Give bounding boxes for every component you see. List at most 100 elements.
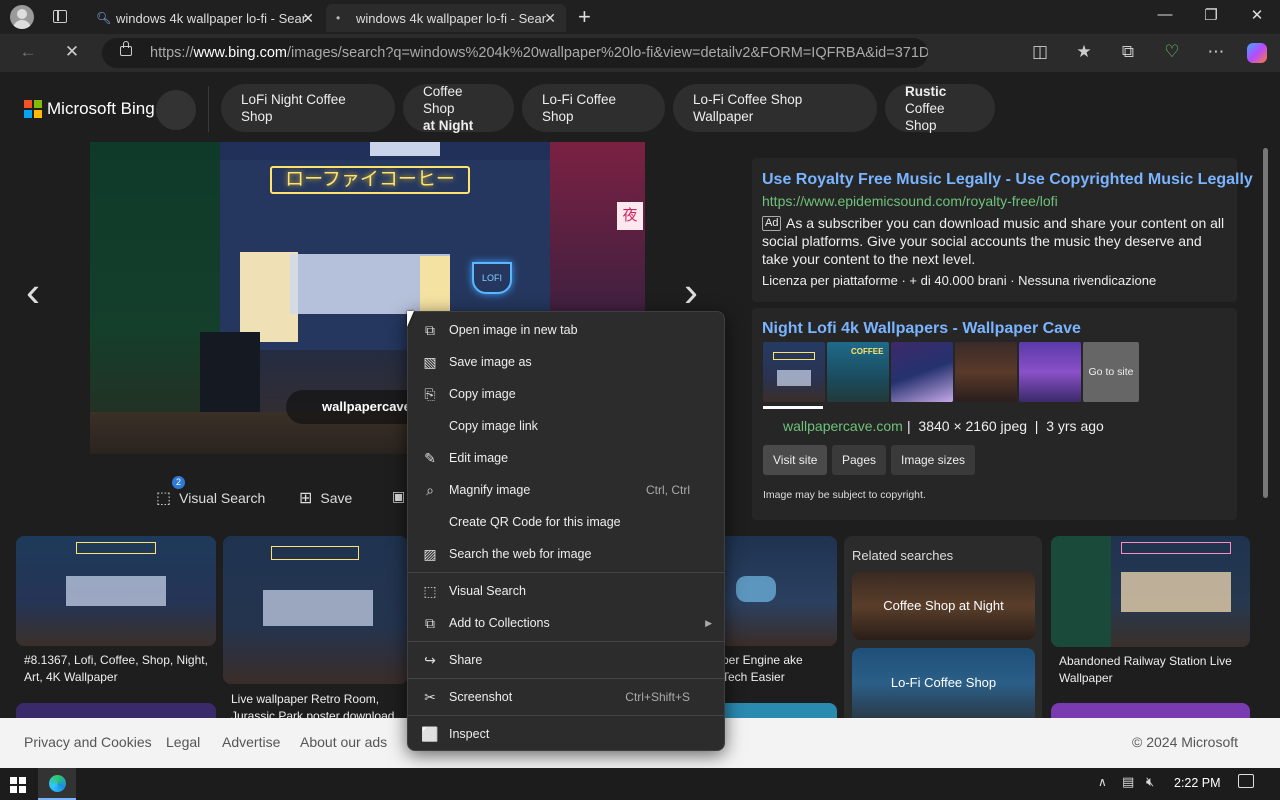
result-thumb-5[interactable]	[1019, 342, 1081, 402]
grid-caption-3[interactable]: per Engine ake Tech Easier	[722, 652, 822, 686]
tray-chevron-icon[interactable]: ∧	[1098, 775, 1107, 789]
grid-image-3[interactable]	[716, 536, 837, 646]
split-screen-icon[interactable]: ◫	[1028, 42, 1052, 62]
clock[interactable]: 2:22 PM	[1174, 776, 1221, 790]
next-image-icon[interactable]: ›	[684, 268, 698, 316]
bing-logo-text[interactable]: Microsoft Bing	[47, 99, 155, 119]
grid-image-bottom-5[interactable]	[1051, 703, 1250, 718]
result-thumb-1[interactable]	[763, 342, 825, 402]
footer-about-ads-link[interactable]: About our ads	[300, 734, 387, 750]
new-tab-icon: ⧉	[425, 322, 435, 338]
search-icon: 🔍︎	[96, 11, 112, 25]
tab-actions-icon[interactable]	[53, 10, 67, 23]
selected-thumb-indicator	[763, 406, 823, 409]
result-thumb-2[interactable]: COFFEE	[827, 342, 889, 402]
microsoft-logo-icon[interactable]	[24, 100, 42, 118]
grid-caption-5[interactable]: Abandoned Railway Station Live Wallpaper	[1059, 653, 1249, 687]
grid-image-1[interactable]	[16, 536, 216, 646]
menu-separator	[408, 641, 724, 642]
neon-cup-icon: LOFI	[472, 262, 512, 294]
ad-url[interactable]: https://www.epidemicsound.com/royalty-fr…	[762, 193, 1058, 209]
tab-2[interactable]: • windows 4k wallpaper lo-fi - Sear ✕	[326, 4, 566, 32]
menu-visual-search[interactable]: ⬚ Visual Search	[408, 576, 724, 606]
menu-label: Search the web for image	[449, 547, 592, 561]
menu-copy-image[interactable]: ⎘ Copy image	[408, 379, 724, 409]
previous-image-icon[interactable]: ‹	[26, 268, 40, 316]
ad-footer[interactable]: Licenza per piattaforme · + di 40.000 br…	[762, 273, 1156, 288]
footer-privacy-link[interactable]: Privacy and Cookies	[24, 734, 152, 750]
related-searches-title: Related searches	[852, 548, 954, 563]
chip-lofi-coffee-shop[interactable]: Lo-Fi Coffee Shop	[522, 84, 665, 132]
minimize-icon[interactable]: —	[1150, 6, 1180, 23]
save-button[interactable]: ⊞ Save	[299, 488, 352, 508]
visit-site-button[interactable]: Visit site	[763, 445, 828, 475]
menu-share[interactable]: ↪ Share	[408, 645, 724, 675]
grid-image-bottom-1[interactable]	[16, 703, 216, 718]
chip-lofi-night-coffee-shop[interactable]: LoFi Night Coffee Shop	[221, 84, 395, 132]
menu-separator	[408, 715, 724, 716]
menu-search-web-for-image[interactable]: ▨ Search the web for image	[408, 539, 724, 569]
favorites-icon[interactable]: ★	[1072, 42, 1096, 62]
result-thumb-4[interactable]	[955, 342, 1017, 402]
notifications-icon[interactable]	[1238, 774, 1254, 788]
menu-add-to-collections[interactable]: ⧉ Add to Collections ▶	[408, 608, 724, 638]
menu-inspect[interactable]: ⬜ Inspect	[408, 719, 724, 749]
go-to-site-button[interactable]: Go to site	[1083, 342, 1139, 402]
menu-create-qr-code[interactable]: Create QR Code for this image	[408, 507, 724, 537]
tab-1[interactable]: 🔍︎ windows 4k wallpaper lo-fi - Sear ✕	[86, 4, 324, 32]
network-icon[interactable]: ▤	[1122, 774, 1134, 790]
grid-caption-1[interactable]: #8.1367, Lofi, Coffee, Shop, Night, Art,…	[24, 652, 212, 686]
chip-coffee-shop-at-night[interactable]: Coffee Shop at Night	[403, 84, 514, 133]
taskbar-edge-button[interactable]	[38, 768, 76, 800]
url-field[interactable]: https://www.bing.com/images/search?q=win…	[102, 38, 928, 68]
menu-label: Magnify image	[449, 483, 531, 497]
pages-button[interactable]: Pages	[832, 445, 887, 475]
more-actions-icon[interactable]: ▣	[392, 488, 405, 505]
window-close-icon[interactable]: ✕	[1242, 6, 1272, 24]
back-icon[interactable]: ←	[16, 42, 40, 62]
close-icon[interactable]: ✕	[544, 10, 556, 27]
start-windows-icon[interactable]	[10, 777, 26, 793]
stop-icon[interactable]: ✕	[60, 42, 84, 62]
ad-title[interactable]: Use Royalty Free Music Legally - Use Cop…	[762, 171, 1253, 189]
footer-legal-link[interactable]: Legal	[166, 734, 200, 750]
scrollbar[interactable]	[1263, 148, 1268, 498]
browser-essentials-icon[interactable]: ♡	[1160, 42, 1184, 62]
restore-icon[interactable]: ❐	[1196, 6, 1226, 24]
menu-open-image-new-tab[interactable]: ⧉ Open image in new tab	[408, 315, 724, 345]
visual-search-button[interactable]: 2 ⬚ Visual Search	[156, 476, 265, 508]
grid-image-bottom-3[interactable]	[716, 703, 837, 718]
result-domain[interactable]: wallpapercave.com	[783, 418, 903, 434]
search-circle-button[interactable]	[156, 90, 196, 130]
chip-rustic-coffee-shop[interactable]: Rustic Coffee Shop	[885, 84, 995, 133]
collections-icon[interactable]: ⧉	[1116, 42, 1140, 62]
menu-save-image-as[interactable]: ▧ Save image as	[408, 347, 724, 377]
chip-lofi-coffee-shop-wallpaper[interactable]: Lo-Fi Coffee Shop Wallpaper	[673, 84, 877, 132]
profile-avatar[interactable]	[10, 5, 34, 29]
menu-edit-image[interactable]: ✎ Edit image	[408, 443, 724, 473]
taskbar: ∧ ▤ 🔇︎ 2:22 PM	[0, 768, 1280, 800]
related-lofi-coffee-shop[interactable]: Lo-Fi Coffee Shop	[852, 648, 1035, 718]
menu-magnify-image[interactable]: ⌕ Magnify image Ctrl, Ctrl	[408, 475, 724, 505]
close-icon[interactable]: ✕	[302, 10, 314, 27]
menu-copy-image-link[interactable]: Copy image link	[408, 411, 724, 441]
related-coffee-shop-at-night[interactable]: Coffee Shop at Night	[852, 572, 1035, 640]
context-menu: ⧉ Open image in new tab ▧ Save image as ⎘ C…	[407, 311, 725, 751]
edge-icon	[49, 775, 66, 792]
new-tab-icon[interactable]: +	[578, 4, 591, 30]
result-thumb-3[interactable]	[891, 342, 953, 402]
grid-image-2[interactable]	[223, 536, 408, 684]
header-divider	[208, 86, 209, 132]
ad-description-text: As a subscriber you can download music a…	[762, 215, 1225, 267]
source-overlay[interactable]: wallpapercave	[286, 390, 426, 424]
grid-image-5[interactable]	[1051, 536, 1250, 647]
image-sizes-button[interactable]: Image sizes	[891, 445, 976, 475]
copilot-icon[interactable]	[1247, 43, 1267, 63]
volume-muted-icon[interactable]: 🔇︎	[1146, 774, 1154, 790]
related-label: Coffee Shop at Night	[883, 598, 1004, 613]
footer-advertise-link[interactable]: Advertise	[222, 734, 280, 750]
more-icon[interactable]: ⋯	[1204, 42, 1228, 62]
menu-label: Create QR Code for this image	[449, 515, 621, 529]
result-title[interactable]: Night Lofi 4k Wallpapers - Wallpaper Cav…	[762, 320, 1081, 338]
menu-screenshot[interactable]: ✂ Screenshot Ctrl+Shift+S	[408, 682, 724, 712]
